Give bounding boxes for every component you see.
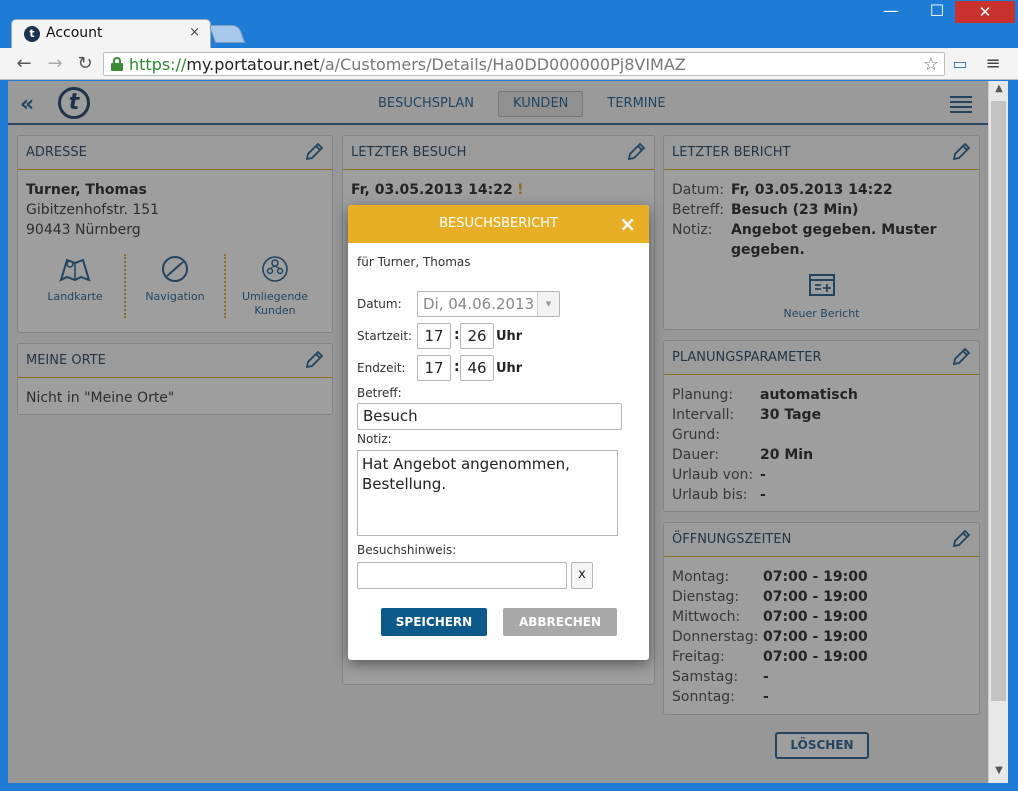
browser-tab-account[interactable]: t Account × [11, 19, 211, 49]
save-button[interactable]: SPEICHERN [381, 608, 487, 636]
bookmark-star-icon[interactable]: ☆ [923, 54, 939, 75]
window-close-button[interactable]: ✕ [955, 1, 1015, 23]
date-value: Di, 04.06.2013 [423, 295, 535, 313]
end-hour-input[interactable]: 17 [417, 355, 451, 381]
scroll-down-icon[interactable]: ▼ [989, 765, 1009, 776]
browser-menu-icon[interactable]: ≡ [982, 53, 1004, 75]
forward-arrow-icon[interactable]: → [44, 53, 66, 75]
cast-icon[interactable]: ▭ [949, 53, 971, 75]
subject-label: Betreff: [357, 386, 402, 400]
visit-hint-label: Besuchshinweis: [357, 543, 457, 557]
window-minimize-button[interactable]: — [876, 1, 906, 23]
browser-toolbar: ← → ↻ https://my.portatour.net/a/Custome… [0, 48, 1018, 80]
tab-close-icon[interactable]: × [189, 25, 200, 40]
dialog-header: BESUCHSBERICHT × [348, 205, 649, 243]
back-arrow-icon[interactable]: ← [13, 53, 35, 75]
new-tab-button[interactable] [208, 25, 246, 43]
start-hour-input[interactable]: 17 [417, 323, 451, 349]
end-minute-input[interactable]: 46 [460, 355, 494, 381]
chevron-down-icon: ▾ [537, 292, 559, 316]
note-line: Bestellung. [362, 475, 447, 493]
scroll-thumb[interactable] [991, 101, 1006, 701]
scroll-up-icon[interactable]: ▲ [989, 83, 1009, 94]
time-separator: : [454, 359, 460, 375]
note-label: Notiz: [357, 432, 392, 446]
close-icon[interactable]: × [619, 212, 636, 236]
address-bar[interactable]: https://my.portatour.net/a/Customers/Det… [103, 52, 945, 76]
dialog-title: BESUCHSBERICHT [439, 216, 558, 231]
reload-icon[interactable]: ↻ [74, 53, 96, 75]
date-label: Datum: [357, 297, 402, 311]
start-time-label: Startzeit: [357, 329, 413, 343]
url-text: https://my.portatour.net/a/Customers/Det… [129, 55, 686, 74]
time-separator: : [454, 327, 460, 343]
tab-bar: t Account × — ☐ ✕ [0, 0, 1018, 49]
note-line: Hat Angebot angenommen, [362, 455, 570, 473]
visit-hint-input[interactable] [357, 562, 567, 589]
clear-hint-button[interactable]: x [571, 562, 593, 589]
end-time-label: Endzeit: [357, 361, 406, 375]
note-textarea[interactable]: Hat Angebot angenommen, Bestellung. [357, 450, 618, 536]
window-maximize-button[interactable]: ☐ [922, 1, 952, 23]
portatour-favicon-icon: t [24, 26, 40, 42]
cancel-button[interactable]: ABBRECHEN [503, 608, 617, 636]
start-minute-input[interactable]: 26 [460, 323, 494, 349]
lock-icon [111, 57, 123, 71]
end-unit: Uhr [496, 361, 523, 376]
date-select[interactable]: Di, 04.06.2013 ▾ [417, 291, 560, 317]
subject-input[interactable]: Besuch [357, 403, 622, 430]
vertical-scrollbar[interactable]: ▲ ▼ [988, 81, 1008, 783]
tab-title: Account [46, 25, 103, 41]
browser-window: t Account × — ☐ ✕ ← → ↻ https://my.porta… [0, 0, 1018, 791]
visit-report-dialog: BESUCHSBERICHT × für Turner, Thomas Datu… [348, 205, 649, 660]
start-unit: Uhr [496, 329, 523, 344]
dialog-subtitle: für Turner, Thomas [357, 255, 471, 269]
